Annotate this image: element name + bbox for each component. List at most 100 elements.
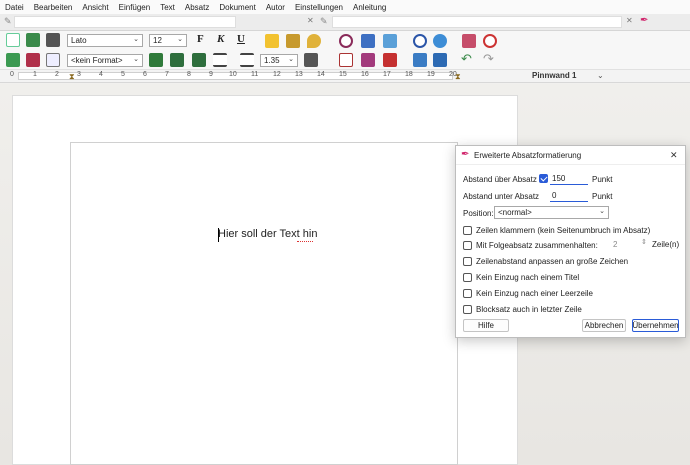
keep-next-label: Mit Folgeabsatz zusammenhalten: — [476, 240, 598, 250]
search-icon[interactable] — [339, 34, 353, 48]
ruler-tick: 1 — [33, 71, 37, 78]
tab-close-icon[interactable]: ✕ — [626, 16, 633, 25]
justify-last-row[interactable]: Blocksatz auch in letzter Zeile — [463, 303, 582, 315]
ruler-tick: 19 — [427, 71, 435, 78]
keep-next-row[interactable]: Mit Folgeabsatz zusammenhalten: — [463, 239, 598, 251]
menu-anleitung[interactable]: Anleitung — [353, 3, 386, 12]
space-below-input[interactable]: 0 — [550, 190, 588, 202]
tab-close-icon[interactable]: ✕ — [307, 16, 314, 25]
web-icon[interactable] — [413, 53, 427, 67]
image-icon[interactable] — [433, 53, 447, 67]
keep-next-checkbox[interactable] — [463, 240, 472, 250]
tab-document-2[interactable] — [332, 16, 622, 28]
ruler-tick: 18 — [405, 71, 413, 78]
menu-dokument[interactable]: Dokument — [219, 3, 255, 12]
menu-bar: Datei Bearbeiten Ansicht Einfügen Text A… — [0, 0, 690, 14]
apply-button[interactable]: Übernehmen — [632, 319, 679, 332]
font-name-select[interactable]: Lato ⌄ — [67, 34, 143, 47]
ruler-tick: 11 — [251, 71, 259, 78]
thesaurus-icon[interactable] — [383, 34, 397, 48]
pinboard-label[interactable]: Pinnwand 1 — [532, 71, 576, 80]
no-indent-title-row[interactable]: Kein Einzug nach einem Titel — [463, 271, 579, 283]
menu-einstellungen[interactable]: Einstellungen — [295, 3, 343, 12]
menu-ansicht[interactable]: Ansicht — [82, 3, 108, 12]
indent-marker-icon[interactable]: ⧗ — [69, 72, 75, 82]
notes-icon[interactable] — [339, 53, 353, 67]
undo-icon[interactable]: ↶ — [461, 51, 472, 67]
app-feather-icon: ✒ — [461, 149, 470, 160]
document-text[interactable]: Hier soll der Text hin — [218, 228, 317, 240]
chevron-down-icon[interactable]: ⌄ — [597, 71, 604, 80]
align-icon[interactable] — [213, 53, 227, 67]
ruler-tick: 0 — [10, 71, 14, 78]
adjust-spacing-row[interactable]: Zeilenabstand anpassen an große Zeichen — [463, 255, 628, 267]
position-row: Position: — [463, 207, 494, 219]
no-indent-empty-label: Kein Einzug nach einer Leerzeile — [476, 288, 593, 298]
keep-lines-row[interactable]: Zeilen klammern (kein Seitenumbruch im A… — [463, 224, 650, 236]
heading-2-icon[interactable] — [192, 53, 206, 67]
line-spacing-icon[interactable] — [240, 53, 254, 67]
ruler-tick: 14 — [317, 71, 325, 78]
chat-icon[interactable] — [433, 34, 447, 48]
no-indent-title-checkbox[interactable] — [463, 272, 472, 282]
save-as-icon[interactable] — [6, 53, 20, 67]
font-size-select[interactable]: 12 ⌄ — [149, 34, 187, 47]
spinner-icon[interactable]: ⇕ — [641, 238, 647, 246]
no-indent-empty-row[interactable]: Kein Einzug nach einer Leerzeile — [463, 287, 593, 299]
open-document-icon[interactable] — [26, 33, 40, 47]
translate-icon[interactable] — [361, 34, 375, 48]
space-above-checkbox[interactable] — [539, 174, 548, 183]
help-button[interactable]: Hilfe — [463, 319, 509, 332]
attachment-icon[interactable] — [361, 53, 375, 67]
underline-button[interactable]: U — [237, 33, 245, 45]
keep-lines-checkbox[interactable] — [463, 225, 472, 235]
menu-datei[interactable]: Datei — [5, 3, 24, 12]
format-style-select[interactable]: <kein Format> ⌄ — [67, 54, 143, 67]
style-icon[interactable] — [149, 53, 163, 67]
navigator-icon[interactable] — [413, 34, 427, 48]
pen-icon: ✎ — [320, 16, 328, 26]
right-indent-marker-icon[interactable]: ⧗ — [455, 72, 461, 82]
ruler-tick: 3 — [77, 71, 81, 78]
keep-next-unit: Zeile(n) — [652, 240, 680, 249]
position-select[interactable]: <normal> ⌄ — [494, 206, 609, 219]
keep-lines-label: Zeilen klammern (kein Seitenumbruch im A… — [476, 225, 651, 235]
paragraph-icon[interactable] — [304, 53, 318, 67]
italic-button[interactable]: K — [217, 33, 224, 45]
menu-absatz[interactable]: Absatz — [185, 3, 209, 12]
ruler-tick: 15 — [339, 71, 347, 78]
format-text-icon[interactable] — [46, 53, 60, 67]
space-above-label: Abstand über Absatz — [463, 174, 537, 184]
menu-text[interactable]: Text — [160, 3, 175, 12]
tab-document-1[interactable] — [14, 16, 236, 28]
app-feather-icon: ✒ — [640, 15, 649, 26]
space-below-label: Abstand unter Absatz — [463, 191, 540, 201]
justify-last-checkbox[interactable] — [463, 304, 472, 314]
heading-icon[interactable] — [170, 53, 184, 67]
spell-underline — [297, 240, 313, 242]
cancel-button[interactable]: Abbrechen — [582, 319, 626, 332]
redo-icon[interactable]: ↷ — [483, 51, 494, 67]
menu-autor[interactable]: Autor — [266, 3, 285, 12]
print-icon[interactable] — [46, 33, 60, 47]
adjust-spacing-checkbox[interactable] — [463, 256, 472, 266]
line-spacing-select[interactable]: 1.35 ⌄ — [260, 54, 298, 67]
marker-icon[interactable] — [286, 34, 300, 48]
close-icon[interactable]: ✕ — [670, 150, 678, 161]
ruler: 0 1 2 3 4 5 6 7 8 9 10 11 12 13 14 15 16… — [0, 69, 690, 83]
keep-next-count[interactable]: 2 — [613, 240, 617, 249]
comment-icon[interactable] — [307, 34, 321, 48]
new-document-icon[interactable] — [6, 33, 20, 47]
bold-button[interactable]: F — [197, 33, 204, 45]
outline-icon[interactable] — [462, 34, 476, 48]
pdf-icon[interactable] — [383, 53, 397, 67]
space-above-input[interactable]: 150 — [550, 173, 588, 185]
menu-bearbeiten[interactable]: Bearbeiten — [34, 3, 73, 12]
no-indent-empty-checkbox[interactable] — [463, 288, 472, 298]
text-area[interactable] — [70, 142, 458, 465]
menu-einfuegen[interactable]: Einfügen — [119, 3, 151, 12]
globe-icon[interactable] — [483, 34, 497, 48]
save-icon[interactable] — [26, 53, 40, 67]
note-icon[interactable] — [265, 34, 279, 48]
ruler-tick: 16 — [361, 71, 369, 78]
